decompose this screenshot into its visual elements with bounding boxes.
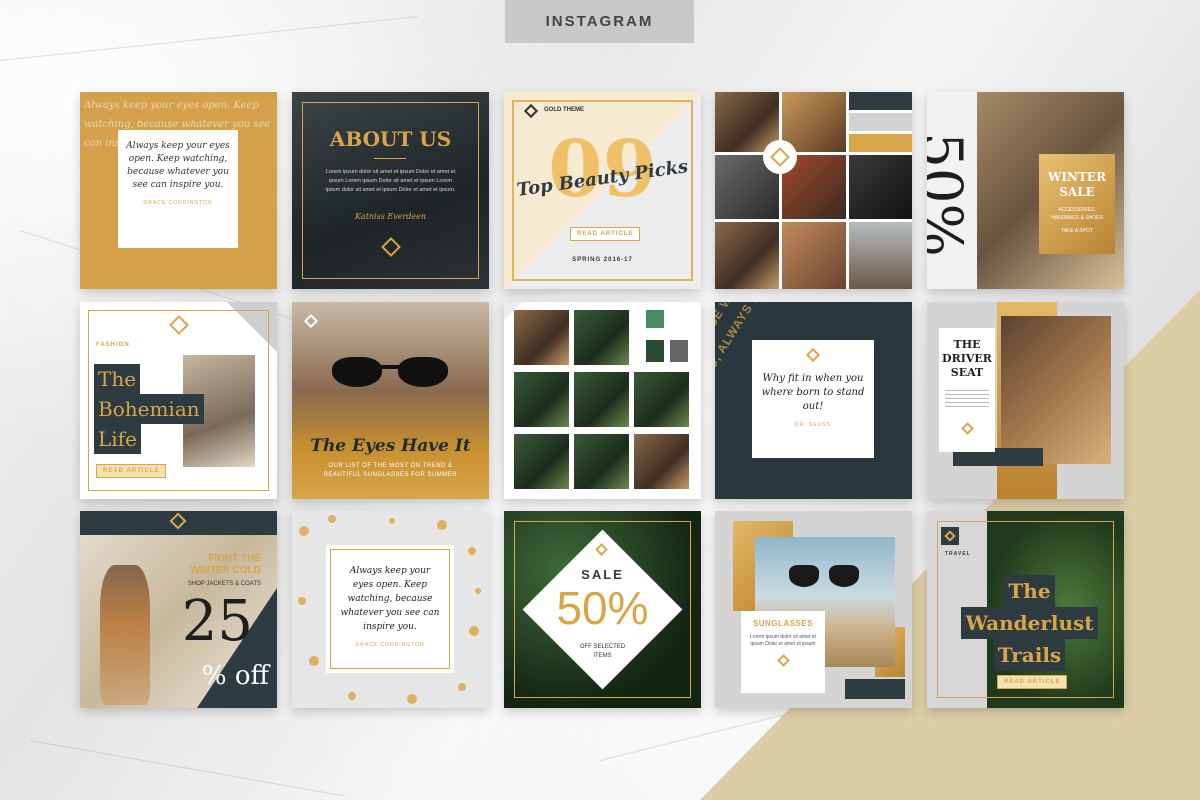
- template-navy-quote[interactable]: KEEP WATCHING, BECAUSE WHATEVER YOU SEE …: [715, 302, 912, 499]
- photo: [574, 310, 629, 365]
- template-bohemian-life[interactable]: FASHION The Bohemian Life READ ARTICLE: [80, 302, 277, 499]
- eyes-sub: OUR LIST OF THE MOST ON TREND & BEAUTIFU…: [323, 463, 458, 478]
- navy-block: [845, 679, 905, 699]
- about-body: Lorem ipsum dolor sit amet et ipsum Dolo…: [325, 169, 456, 193]
- title-line: Life: [94, 424, 141, 454]
- quote-card: Always keep your eyes open. Keep watchin…: [118, 130, 238, 248]
- sale-card: WINTER SALE ACCESSORIES, HANDBAGS & SHOE…: [1039, 154, 1115, 254]
- quote-text: Always keep your eyes open. Keep watchin…: [126, 141, 230, 190]
- quote-text: Always keep your eyes open. Keep watchin…: [340, 566, 440, 632]
- text-lines: [945, 390, 989, 410]
- title-line: Bohemian: [94, 394, 204, 424]
- percent-off: % off: [201, 661, 269, 691]
- driver-photo: [1001, 316, 1111, 464]
- sunglasses-title: SUNGLASSES: [752, 619, 814, 628]
- instagram-tab[interactable]: INSTAGRAM: [505, 0, 694, 43]
- photo: [574, 372, 629, 427]
- template-sale-50[interactable]: SALE 50% OFF SELECTED ITEMS: [504, 511, 701, 708]
- title-line: WINTER COLD: [190, 565, 261, 576]
- cold-title: FIGHT THE WINTER COLD: [190, 553, 261, 577]
- color-swatch: [646, 340, 664, 362]
- title-line: FIGHT THE: [208, 553, 261, 564]
- logo-icon: [805, 347, 821, 363]
- logo-badge: [763, 140, 797, 174]
- color-swatch: [849, 134, 912, 152]
- photo: [715, 222, 779, 289]
- sale-sub: OFF SELECTED ITEMS: [579, 644, 626, 659]
- color-swatch: [646, 310, 664, 328]
- driver-title: THE DRIVER SEAT: [942, 338, 992, 379]
- big-percent: 50%: [927, 132, 974, 257]
- sale-badge: TAKE A SPOT: [1061, 228, 1093, 234]
- title-line: The: [94, 364, 141, 394]
- read-article-button[interactable]: READ ARTICLE: [570, 227, 641, 241]
- logo-icon: [944, 530, 956, 542]
- title-card: SUNGLASSES Lorem ipsum dolor sit amet et…: [741, 611, 825, 693]
- quote-card: Why fit in when you where born to stand …: [752, 340, 874, 458]
- quote-text: Why fit in when you where born to stand …: [761, 373, 865, 412]
- read-article-button[interactable]: READ ARTICLE: [96, 464, 167, 478]
- template-winter-sale[interactable]: 50% WINTER SALE ACCESSORIES, HANDBAGS & …: [927, 92, 1124, 289]
- sunglasses-icon: [332, 357, 448, 387]
- person-photo: [100, 565, 150, 705]
- sale-label: SALE: [581, 567, 624, 582]
- template-confetti-quote[interactable]: Always keep your eyes open. Keep watchin…: [292, 511, 489, 708]
- wanderlust-title: The Wanderlust Trails: [941, 575, 1118, 671]
- color-swatch: [849, 92, 912, 110]
- photo: [514, 434, 569, 489]
- title-line: Wanderlust: [961, 607, 1098, 639]
- read-article-button[interactable]: READ ARTICLE: [997, 675, 1068, 689]
- logo-icon: [303, 313, 319, 329]
- quote-author: GRACE CODDINGTON: [143, 200, 213, 206]
- photo: [514, 372, 569, 427]
- template-photo-mosaic[interactable]: [715, 92, 912, 289]
- sunglasses-icon: [789, 565, 859, 587]
- template-sunglasses[interactable]: SUNGLASSES Lorem ipsum dolor sit amet et…: [715, 511, 912, 708]
- photo: [849, 155, 912, 219]
- photo: [634, 434, 689, 489]
- eyes-title: The Eyes Have It: [310, 436, 471, 456]
- season-label: SPRING 2016-17: [572, 257, 633, 263]
- photo: [782, 92, 846, 152]
- logo-icon: [960, 422, 974, 435]
- template-about-us[interactable]: ABOUT US Lorem ipsum dolor sit amet et i…: [292, 92, 489, 289]
- sunglasses-body: Lorem ipsum dolor sit amet et ipsum Dolo…: [750, 634, 816, 647]
- template-eyes-have-it[interactable]: The Eyes Have It OUR LIST OF THE MOST ON…: [292, 302, 489, 499]
- brand-label: GOLD THEME: [544, 107, 584, 113]
- quote-author: DR. SEUSS: [795, 422, 831, 428]
- bohemian-title: The Bohemian Life: [94, 364, 204, 454]
- about-title: ABOUT US: [329, 127, 452, 151]
- title-card: THE DRIVER SEAT: [939, 328, 995, 452]
- divider: [374, 158, 406, 159]
- template-quote-gold[interactable]: Always keep your eyes open. Keep watchin…: [80, 92, 277, 289]
- photo: [849, 222, 912, 289]
- title-line: The: [1004, 575, 1055, 607]
- template-forest-mosaic[interactable]: [504, 302, 701, 499]
- template-wanderlust[interactable]: TRAVEL The Wanderlust Trails READ ARTICL…: [927, 511, 1124, 708]
- big-number: 25: [181, 589, 253, 654]
- photo: [634, 372, 689, 427]
- logo-icon: [770, 147, 790, 167]
- photo: [574, 434, 629, 489]
- sale-sub: ACCESSORIES, HANDBAGS & SHOES: [1051, 207, 1103, 221]
- title-line: Trails: [993, 639, 1066, 671]
- template-winter-cold[interactable]: FIGHT THE WINTER COLD SHOP JACKETS & COA…: [80, 511, 277, 708]
- photo: [782, 222, 846, 289]
- quote-card: Always keep your eyes open. Keep watchin…: [326, 545, 454, 673]
- sale-title: WINTER SALE: [1047, 170, 1107, 199]
- signature: Katniss Everdeen: [354, 212, 427, 221]
- quote-author: GRACE CODDINGTON: [355, 642, 425, 648]
- template-driver-seat[interactable]: THE DRIVER SEAT: [927, 302, 1124, 499]
- cold-sub: SHOP JACKETS & COATS: [187, 581, 261, 587]
- color-swatch: [670, 340, 688, 362]
- category-label: TRAVEL: [945, 551, 971, 557]
- logo-badge: [941, 527, 959, 545]
- color-swatch: [849, 113, 912, 131]
- logo-icon: [776, 654, 790, 667]
- template-beauty-picks[interactable]: GOLD THEME 09 Top Beauty Picks READ ARTI…: [504, 92, 701, 289]
- sale-percent: 50%: [556, 582, 649, 634]
- photo: [514, 310, 569, 365]
- category-label: FASHION: [96, 342, 130, 348]
